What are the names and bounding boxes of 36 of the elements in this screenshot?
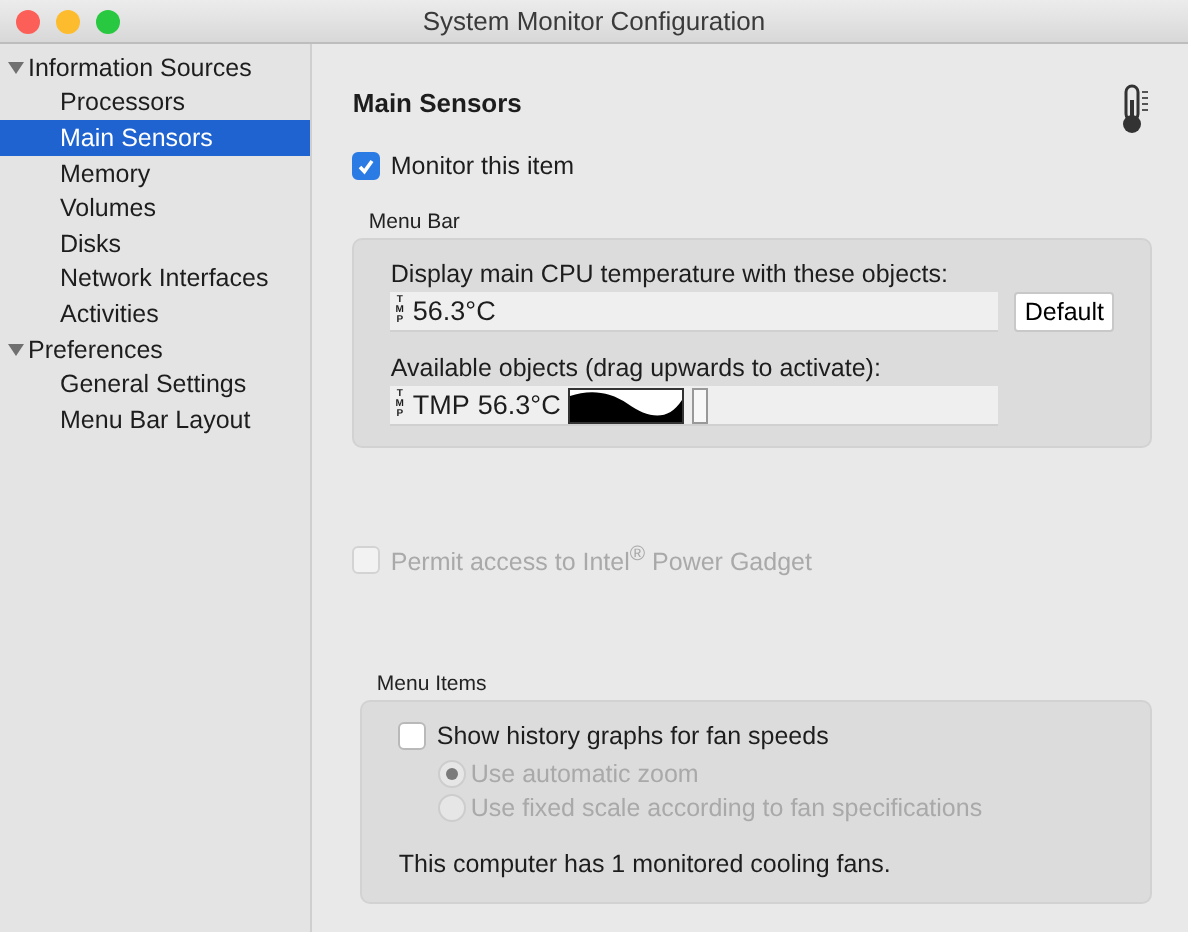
sidebar-group[interactable]: Information Sources [28, 53, 252, 82]
sidebar-item[interactable]: Memory [0, 155, 311, 191]
close-button[interactable] [16, 9, 40, 33]
object-text[interactable]: 56.3°C [412, 296, 496, 326]
sidebar-item[interactable]: Processors [0, 85, 311, 121]
object-text[interactable]: 56.3°C [477, 390, 561, 420]
sidebar-item[interactable]: Main Sensors [0, 120, 311, 156]
checkbox[interactable] [398, 722, 427, 751]
checkbox[interactable] [352, 152, 381, 180]
sidebar-item[interactable]: Activities [0, 296, 311, 332]
window-title: System Monitor Configuration [420, 6, 768, 36]
sidebar-item[interactable]: Disks [0, 225, 311, 262]
field-label: Available objects (drag upwards to activate): [390, 354, 881, 382]
field-label: Display main CPU temperature with these objects: [390, 260, 948, 288]
checkbox-label: Monitor this item [390, 152, 575, 180]
sidebar-item[interactable]: Volumes [0, 190, 311, 226]
disclosure-triangle-icon[interactable] [8, 61, 24, 74]
sidebar-item[interactable]: Menu Bar Layout [0, 401, 311, 438]
checkbox-label: Permit access to Intel$^{®}$ Power Gadget [390, 544, 812, 577]
minimize-button[interactable] [56, 9, 80, 33]
default-button[interactable]: Default [1014, 292, 1114, 332]
group-title: Menu Items [376, 672, 487, 697]
note-text: This computer has 1 monitored cooling fans. [398, 850, 891, 879]
graph-object-icon[interactable] [568, 387, 685, 423]
disclosure-triangle-icon[interactable] [8, 343, 24, 356]
sidebar-item[interactable]: General Settings [0, 366, 311, 402]
section-title: Main Sensors [352, 88, 522, 118]
zoom-button[interactable] [96, 9, 120, 33]
thermometer-icon [1120, 84, 1152, 136]
checkbox-label: Show history graphs for fan speeds [436, 722, 829, 751]
checkmark-icon [356, 156, 377, 176]
sidebar-group[interactable]: Preferences [28, 335, 163, 364]
bar-object-icon[interactable] [692, 387, 709, 423]
object-text[interactable]: TMP [412, 390, 470, 420]
group-title: Menu Bar [368, 210, 460, 234]
sidebar-item[interactable]: Network Interfaces [0, 261, 311, 297]
